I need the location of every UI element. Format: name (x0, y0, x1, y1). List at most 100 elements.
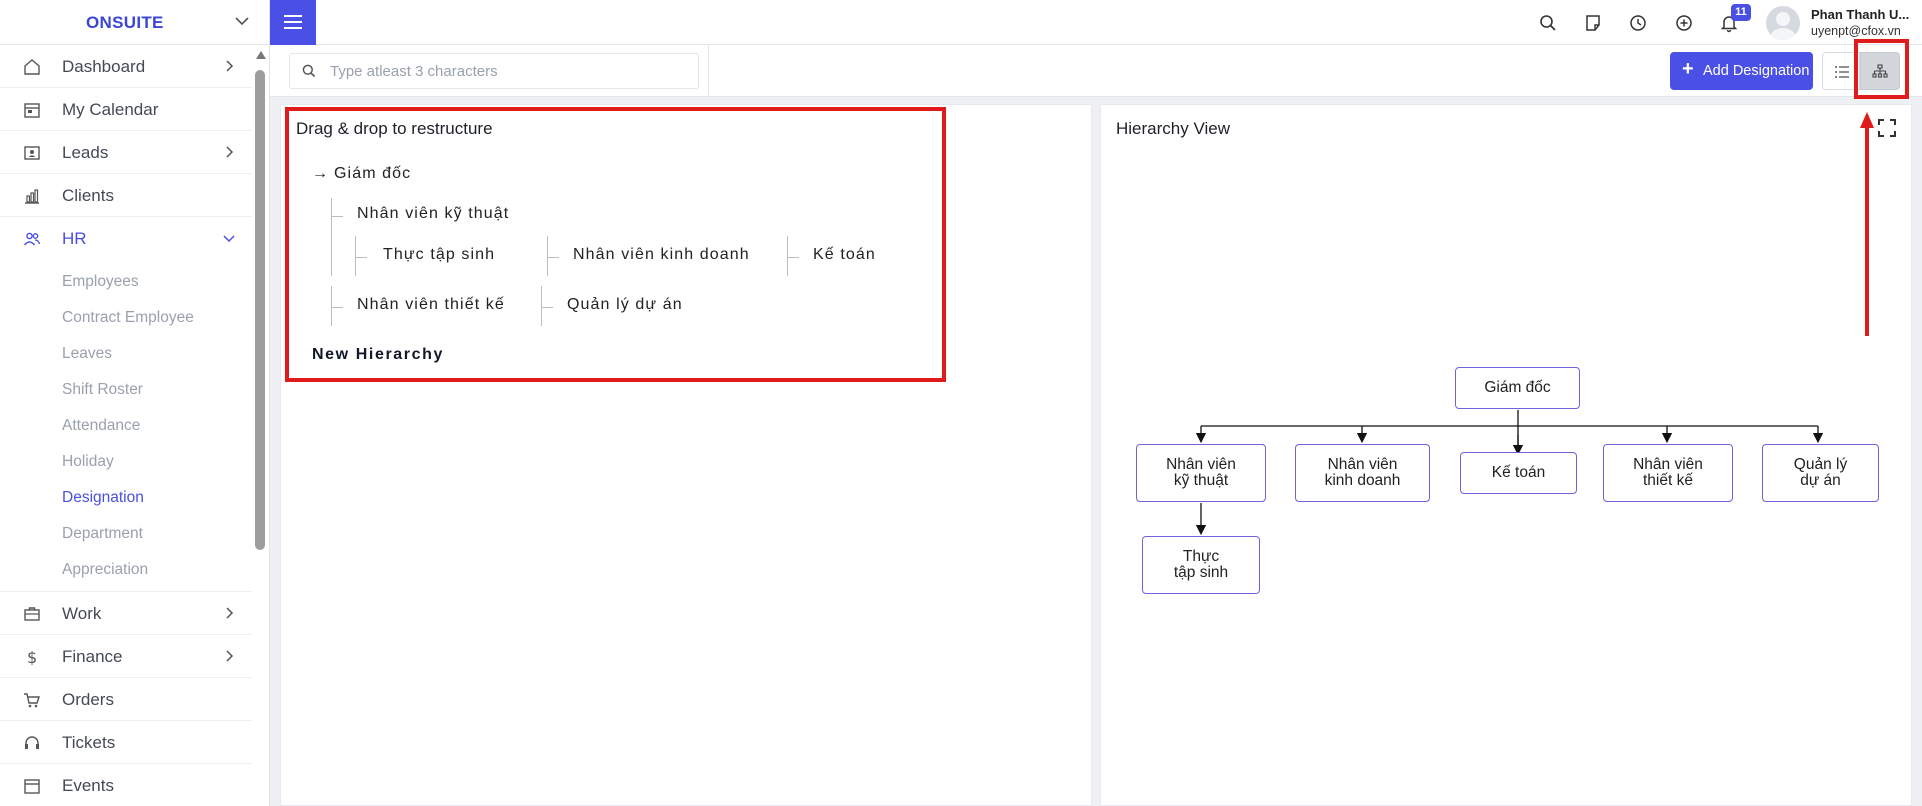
scrollbar-thumb[interactable] (255, 70, 265, 550)
node-label: Nhân viên (1166, 456, 1236, 473)
hr-submenu: Employees Contract Employee Leaves Shift… (0, 260, 252, 592)
sidebar-nav: Dashboard My Calendar Leads Clients HR E… (0, 45, 252, 806)
sidebar-subitem-appreciation[interactable]: Appreciation (0, 552, 252, 588)
sidebar-item-label: Dashboard (62, 57, 146, 76)
sidebar-item-work[interactable]: Work (0, 592, 252, 635)
hamburger-line (284, 15, 302, 17)
subitem-label: Holiday (62, 453, 114, 470)
org-node-quan-ly-du-an[interactable]: Quản lý dự án (1762, 444, 1879, 502)
notification-badge: 11 (1731, 4, 1751, 21)
chevron-right-icon (226, 650, 234, 662)
org-node-giam-doc[interactable]: Giám đốc (1455, 367, 1580, 409)
users-icon (23, 232, 41, 246)
scroll-up-arrow-icon[interactable] (256, 51, 266, 59)
sidebar-item-orders[interactable]: Orders (0, 678, 252, 721)
org-node-nhan-vien-ky-thuat[interactable]: Nhân viên kỹ thuật (1136, 444, 1266, 502)
hierarchy-view-panel: Hierarchy View Giám đốc Nhân viên kỹ thu… (1100, 104, 1912, 806)
calendar-icon (24, 103, 40, 118)
sidebar-item-finance[interactable]: $ Finance (0, 635, 252, 678)
search-icon-box (290, 54, 328, 88)
briefcase-icon (24, 607, 40, 621)
toolbar: + Add Designation (270, 45, 1922, 97)
subitem-label: Attendance (62, 417, 141, 434)
sidebar-item-label: Orders (62, 690, 114, 709)
org-node-nhan-vien-kinh-doanh[interactable]: Nhân viên kinh doanh (1295, 444, 1430, 502)
sidebar-item-leads[interactable]: Leads (0, 131, 252, 174)
sidebar-subitem-holiday[interactable]: Holiday (0, 444, 252, 480)
node-label: Nhân viên (1633, 456, 1703, 473)
sidebar-subitem-employees[interactable]: Employees (0, 264, 252, 300)
subitem-label: Shift Roster (62, 381, 143, 398)
subitem-label: Leaves (62, 345, 112, 362)
node-label: Quản lý (1793, 456, 1848, 473)
node-label: Kế toán (1491, 464, 1546, 481)
chevron-right-icon (226, 607, 234, 619)
sidebar-item-label: My Calendar (62, 100, 159, 119)
add-designation-label: Add Designation (1703, 63, 1810, 79)
node-label: thiết kế (1643, 472, 1693, 489)
org-node-thuc-tap-sinh[interactable]: Thực tập sinh (1142, 536, 1260, 594)
chevron-right-icon (226, 146, 234, 158)
sidebar-item-label: HR (62, 229, 87, 248)
sidebar-scrollbar[interactable] (253, 48, 267, 806)
subitem-label: Contract Employee (62, 309, 194, 326)
sidebar-subitem-attendance[interactable]: Attendance (0, 408, 252, 444)
node-label: kinh doanh (1324, 472, 1401, 489)
user-name[interactable]: Phan Thanh U... (1811, 7, 1909, 22)
user-email: uyenpt@cfox.vn (1811, 24, 1901, 38)
dollar-icon: $ (27, 648, 37, 667)
calendar-icon (24, 779, 40, 794)
org-node-nhan-vien-thiet-ke[interactable]: Nhân viên thiết kế (1603, 444, 1733, 502)
sidebar-item-hr[interactable]: HR (0, 217, 252, 260)
sidebar-item-my-calendar[interactable]: My Calendar (0, 88, 252, 131)
contact-card-icon (24, 146, 40, 160)
chevron-down-icon[interactable] (233, 12, 251, 30)
cart-icon (24, 693, 40, 708)
node-label: Giám đốc (1484, 379, 1551, 396)
search-input[interactable] (330, 60, 690, 82)
subitem-label: Appreciation (62, 561, 149, 578)
sidebar-subitem-department[interactable]: Department (0, 516, 252, 552)
search-icon[interactable] (1538, 13, 1558, 33)
annotation-highlight-box (1854, 39, 1909, 99)
brand-header[interactable]: ONSUITE (0, 0, 270, 45)
node-label: dự án (1800, 472, 1841, 489)
hamburger-line (284, 27, 302, 29)
add-circle-icon[interactable] (1674, 13, 1694, 33)
avatar[interactable] (1766, 6, 1800, 40)
subitem-label: Employees (62, 273, 139, 290)
node-label: tập sinh (1173, 564, 1229, 581)
annotation-arrow-icon (1860, 112, 1874, 336)
list-icon (1835, 66, 1849, 78)
hamburger-menu-button[interactable] (270, 0, 316, 45)
sidebar-item-label: Tickets (62, 733, 116, 752)
org-node-ke-toan[interactable]: Kế toán (1460, 452, 1577, 494)
add-designation-button[interactable]: + Add Designation (1670, 52, 1813, 90)
subitem-label: Designation (62, 489, 144, 506)
sidebar-subitem-shift-roster[interactable]: Shift Roster (0, 372, 252, 408)
home-icon (24, 59, 40, 75)
svg-text:$: $ (27, 648, 37, 667)
sidebar-item-label: Leads (62, 143, 109, 162)
sidebar-subitem-contract-employee[interactable]: Contract Employee (0, 300, 252, 336)
hamburger-line (284, 21, 302, 23)
bar-chart-icon (25, 189, 39, 204)
sidebar-item-label: Events (62, 776, 114, 795)
sidebar-item-dashboard[interactable]: Dashboard (0, 45, 252, 88)
chevron-right-icon (226, 60, 234, 72)
sidebar-item-tickets[interactable]: Tickets (0, 721, 252, 764)
sidebar-item-clients[interactable]: Clients (0, 174, 252, 217)
divider (708, 45, 709, 97)
brand-name: ONSUITE (86, 13, 164, 32)
headset-icon (25, 736, 39, 749)
sidebar-item-events[interactable]: Events (0, 764, 252, 806)
sidebar-item-label: Finance (62, 647, 123, 666)
clock-icon[interactable] (1628, 13, 1648, 33)
sidebar-subitem-leaves[interactable]: Leaves (0, 336, 252, 372)
search-icon (302, 64, 316, 78)
sidebar-item-label: Clients (62, 186, 114, 205)
sticky-note-icon[interactable] (1583, 13, 1603, 33)
sidebar-subitem-designation[interactable]: Designation (0, 480, 252, 516)
top-bar: 11 Phan Thanh U... uyenpt@cfox.vn (270, 0, 1922, 45)
node-label: Thực (1182, 548, 1220, 565)
